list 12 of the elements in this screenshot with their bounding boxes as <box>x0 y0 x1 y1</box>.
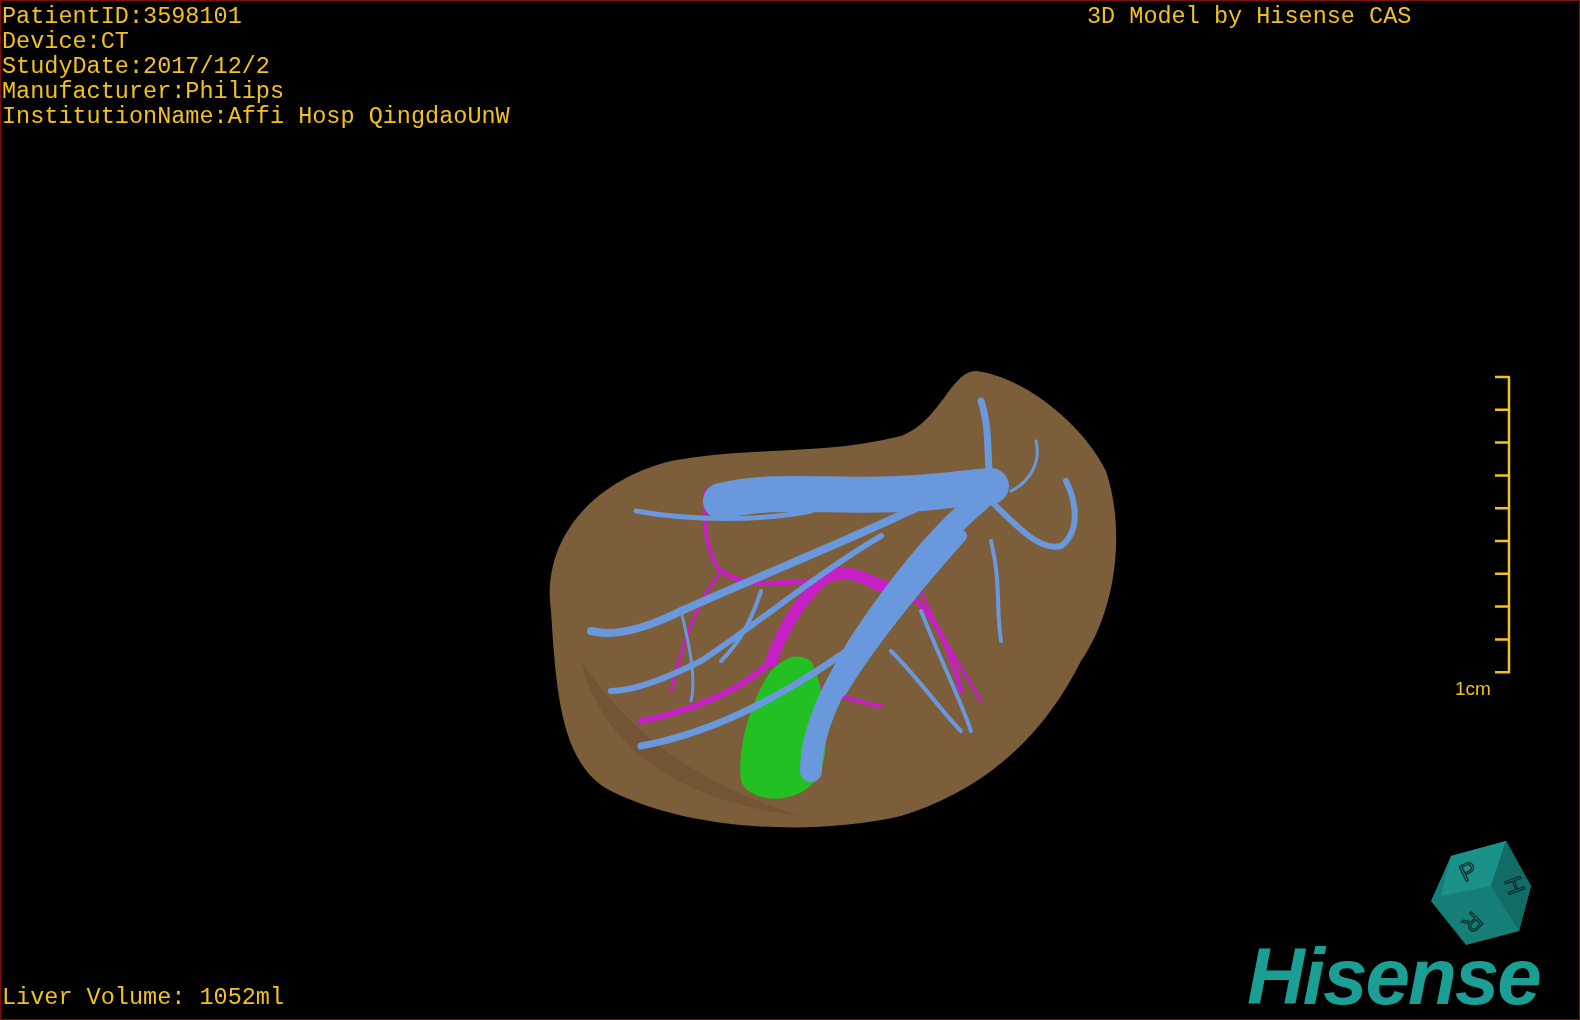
patient-info-line: Device:CT <box>2 29 130 54</box>
patient-info-line: Manufacturer:Philips <box>2 79 286 104</box>
cube-face-label: R <box>1456 906 1489 939</box>
cube-face-label: P <box>1455 855 1482 887</box>
scale-label: 1cm <box>1455 679 1491 699</box>
brand-logo: Hisense <box>1247 945 1540 1009</box>
patient-info-line: InstitutionName:Affi Hosp QingdaoUnW <box>2 104 510 129</box>
liver-volume-text: Liver Volume: 1052ml <box>2 985 285 1010</box>
viewer-title: 3D Model by Hisense CAS <box>1087 4 1412 29</box>
cube-face-label: H <box>1499 872 1531 899</box>
patient-info-line: PatientID:3598101 <box>2 4 243 29</box>
patient-info-line: StudyDate:2017/12/2 <box>2 54 271 79</box>
